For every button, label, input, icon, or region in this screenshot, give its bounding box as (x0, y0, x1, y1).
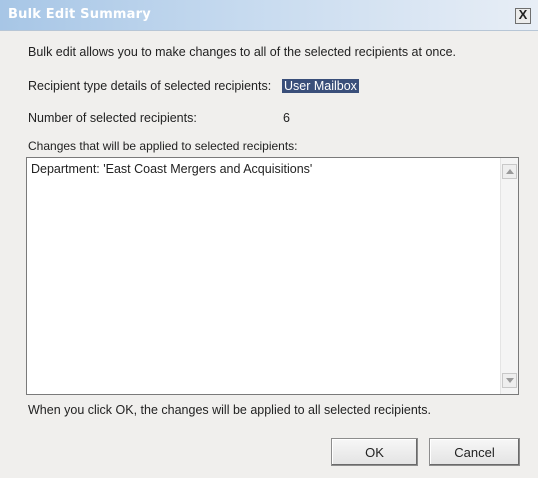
scroll-up-button[interactable] (502, 164, 517, 179)
change-line: Department: 'East Coast Mergers and Acqu… (31, 162, 313, 176)
ok-button[interactable]: OK (331, 438, 418, 466)
cancel-button[interactable]: Cancel (429, 438, 520, 466)
scroll-down-button[interactable] (502, 373, 517, 388)
recipient-type-selection[interactable]: User Mailbox (282, 79, 359, 93)
changes-label: Changes that will be applied to selected… (28, 139, 298, 153)
description-text: Bulk edit allows you to make changes to … (28, 45, 457, 59)
dialog-title: Bulk Edit Summary (8, 7, 151, 22)
recipient-type-label: Recipient type details of selected recip… (28, 79, 272, 93)
bulk-edit-summary-dialog: Bulk Edit Summary X Bulk edit allows you… (0, 0, 538, 478)
arrow-down-icon (506, 378, 514, 383)
changes-textarea[interactable]: Department: 'East Coast Mergers and Acqu… (26, 157, 519, 395)
arrow-up-icon (506, 169, 514, 174)
close-button[interactable]: X (515, 7, 531, 24)
footer-note: When you click OK, the changes will be a… (28, 403, 431, 417)
title-bar[interactable]: Bulk Edit Summary X (0, 0, 538, 31)
recipient-count-label: Number of selected recipients: (28, 111, 197, 125)
recipient-type-value: User Mailbox (282, 79, 359, 93)
recipient-count-value: 6 (283, 111, 290, 125)
vertical-scrollbar[interactable] (500, 158, 518, 394)
close-icon: X (518, 7, 528, 22)
